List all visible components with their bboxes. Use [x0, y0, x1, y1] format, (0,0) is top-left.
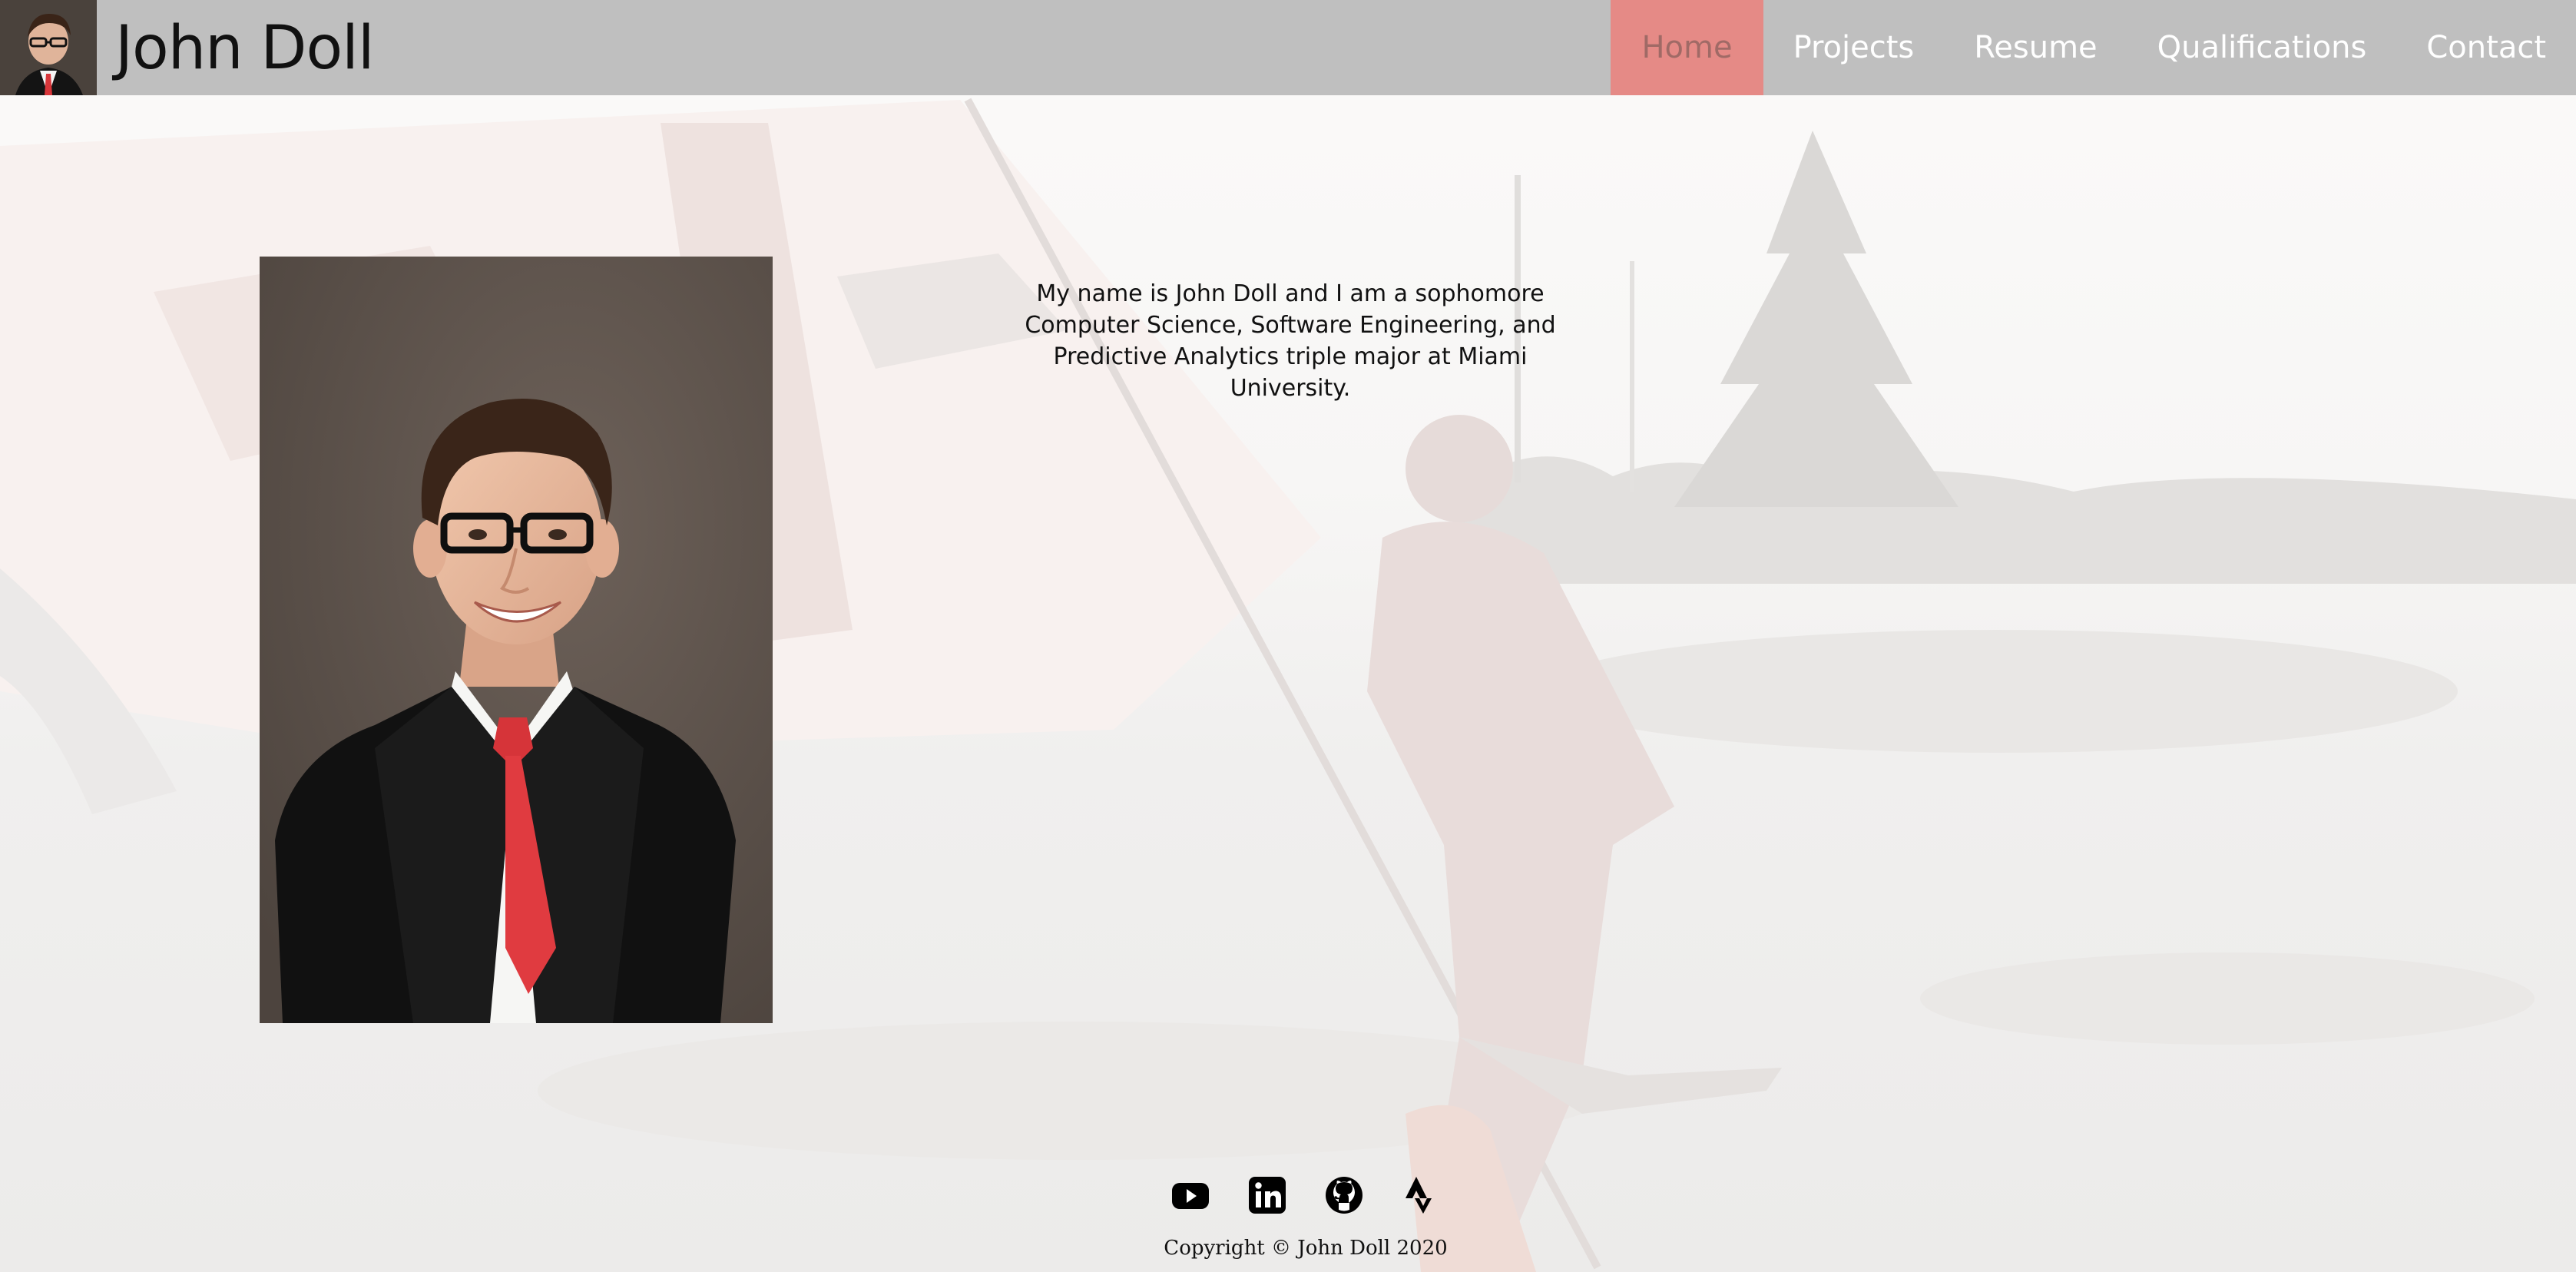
- nav-projects[interactable]: Projects: [1763, 0, 1945, 95]
- nav-home[interactable]: Home: [1611, 0, 1763, 95]
- copyright: Copyright © John Doll 2020: [1164, 1237, 1448, 1260]
- nav-resume[interactable]: Resume: [1944, 0, 2127, 95]
- nav-qualifications[interactable]: Qualifications: [2127, 0, 2397, 95]
- github-icon[interactable]: [1324, 1175, 1364, 1215]
- profile-portrait: [260, 257, 773, 1023]
- youtube-icon[interactable]: [1170, 1175, 1210, 1215]
- bio-text: My name is John Doll and I am a sophomor…: [1025, 280, 1556, 402]
- site-header: John Doll Home Projects Resume Qualifica…: [0, 0, 2576, 95]
- strava-icon[interactable]: [1401, 1175, 1441, 1215]
- nav-contact[interactable]: Contact: [2396, 0, 2576, 95]
- header-avatar[interactable]: [0, 0, 97, 95]
- linkedin-icon[interactable]: [1247, 1175, 1287, 1215]
- social-links: [1170, 1175, 1441, 1215]
- main-nav: Home Projects Resume Qualifications Cont…: [1611, 0, 2576, 95]
- site-title[interactable]: John Doll: [115, 6, 375, 91]
